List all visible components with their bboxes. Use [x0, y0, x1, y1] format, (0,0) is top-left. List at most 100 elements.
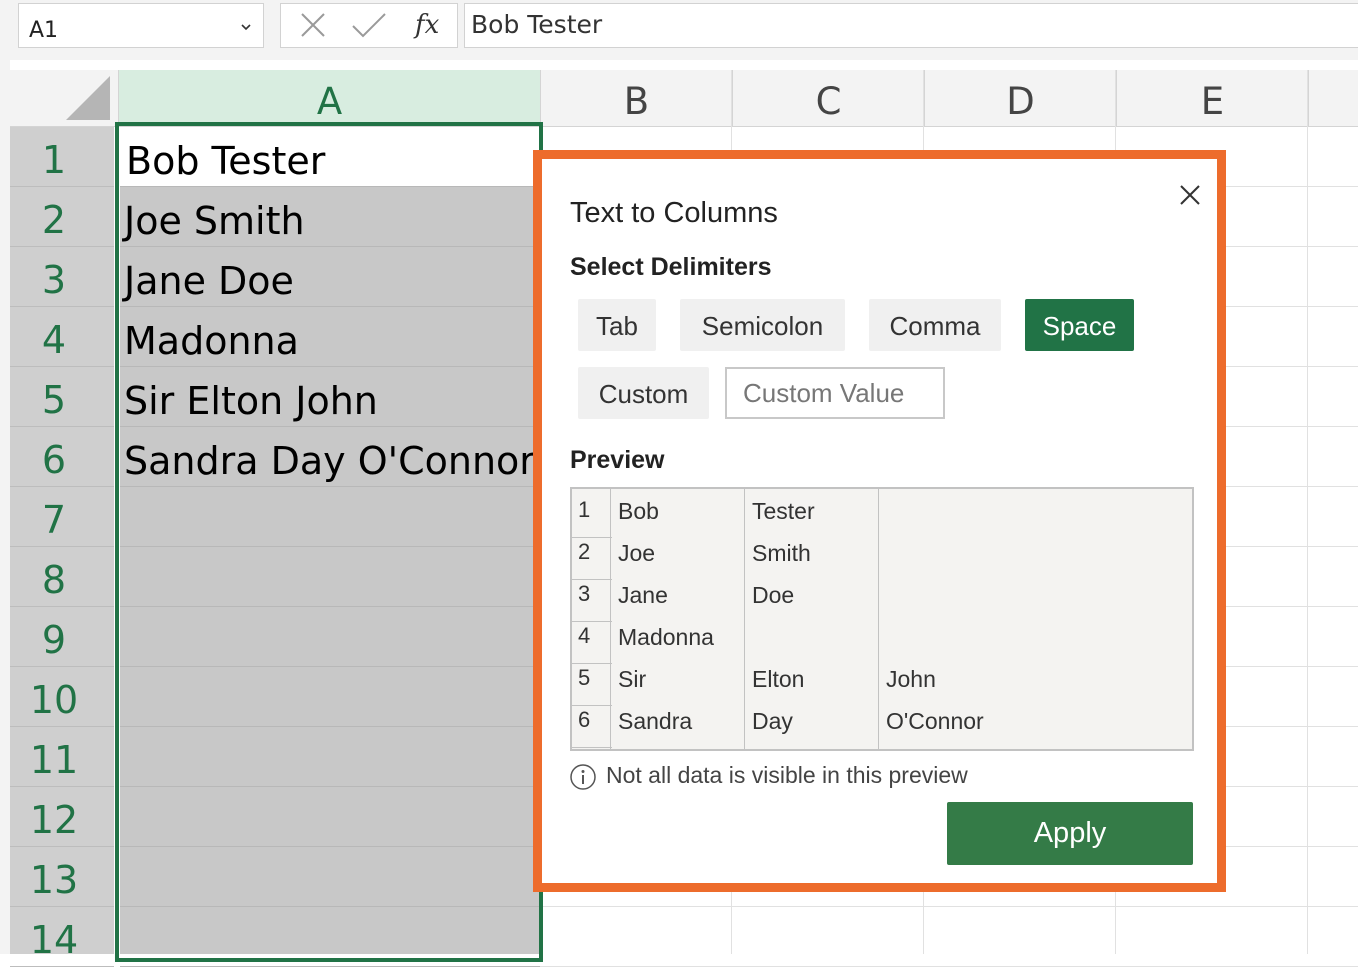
cell-a8[interactable]	[120, 547, 540, 607]
function-icon[interactable]: fx	[415, 10, 439, 40]
row-header-1[interactable]: 1	[10, 127, 114, 187]
preview-cell: Madonna	[618, 624, 714, 650]
column-header-d[interactable]: D	[924, 70, 1116, 126]
cell-text: Bob Tester	[126, 139, 326, 183]
preview-cell: Day	[752, 708, 793, 734]
select-delimiters-label: Select Delimiters	[570, 253, 772, 281]
preview-row-number: 3	[578, 581, 591, 606]
preview-cell: Doe	[752, 582, 795, 608]
preview-divider	[878, 489, 879, 749]
chevron-down-icon[interactable]	[241, 22, 251, 32]
preview-divider	[610, 489, 611, 749]
preview-row-line	[572, 537, 612, 538]
grid-left-strip	[0, 60, 10, 954]
cell-a12[interactable]	[120, 787, 540, 847]
cell-a2[interactable]: Joe Smith	[120, 187, 540, 247]
preview-row-line	[572, 747, 612, 748]
space-delimiter-button[interactable]: Space	[1025, 299, 1134, 351]
preview-cell: Sandra	[618, 708, 693, 734]
row-number: 11	[29, 738, 79, 782]
row-header-12[interactable]: 12	[10, 787, 114, 847]
preview-row-number: 5	[578, 665, 591, 690]
cell-a13[interactable]	[120, 847, 540, 907]
row-number: 14	[29, 918, 79, 962]
tab-delimiter-button[interactable]: Tab	[578, 299, 656, 351]
cell-text: Madonna	[124, 319, 299, 363]
row-number: 2	[41, 198, 67, 242]
row-header-8[interactable]: 8	[10, 547, 114, 607]
custom-value-input[interactable]: Custom Value	[725, 367, 945, 419]
formula-input[interactable]: Bob Tester	[464, 3, 1358, 48]
cell-a6[interactable]: Sandra Day O'Connor	[120, 427, 540, 487]
formula-bar: A1 fx Bob Tester	[0, 0, 1358, 60]
row-header-2[interactable]: 2	[10, 187, 114, 247]
preview-cell: Smith	[752, 540, 811, 566]
row-header-14[interactable]: 14	[10, 907, 114, 967]
row-number: 10	[29, 678, 79, 722]
check-icon[interactable]	[343, 4, 393, 47]
column-header-a[interactable]: A	[118, 70, 540, 126]
row-header-13[interactable]: 13	[10, 847, 114, 907]
column-header-c[interactable]: C	[732, 70, 924, 126]
select-all-corner[interactable]	[10, 70, 114, 126]
preview-cell: Jane	[618, 582, 668, 608]
row-header-3[interactable]: 3	[10, 247, 114, 307]
name-box-value: A1	[29, 18, 59, 43]
preview-row-line	[572, 621, 612, 622]
preview-row-number: 6	[578, 707, 591, 732]
preview-divider	[744, 489, 745, 749]
preview-label: Preview	[570, 446, 665, 474]
row-number: 8	[41, 558, 67, 602]
cell-a3[interactable]: Jane Doe	[120, 247, 540, 307]
cell-a9[interactable]	[120, 607, 540, 667]
preview-row-number: 1	[578, 497, 591, 522]
cell-a14[interactable]	[120, 907, 540, 967]
cell-a7[interactable]	[120, 487, 540, 547]
info-text: Not all data is visible in this preview	[606, 762, 968, 788]
comma-delimiter-button[interactable]: Comma	[869, 299, 1001, 351]
row-header-9[interactable]: 9	[10, 607, 114, 667]
name-box[interactable]: A1	[18, 3, 264, 48]
grid-row-line	[540, 906, 1358, 907]
row-number: 13	[29, 858, 79, 902]
cell-text: Jane Doe	[124, 259, 294, 303]
formula-value: Bob Tester	[471, 10, 603, 39]
preview-table: 1 Bob Tester 2 Joe Smith 3 Jane Doe 4 Madonna 5 Sir E…	[570, 487, 1194, 751]
column-header-f[interactable]	[1308, 70, 1358, 126]
close-x-icon[interactable]	[285, 4, 335, 47]
row-number: 5	[41, 378, 67, 422]
apply-button[interactable]: Apply	[947, 802, 1193, 865]
cell-a11[interactable]	[120, 727, 540, 787]
cell-a1[interactable]: Bob Tester	[120, 127, 540, 187]
row-number: 3	[41, 258, 67, 302]
close-icon[interactable]	[1172, 177, 1208, 213]
select-all-triangle-icon[interactable]	[66, 76, 110, 120]
row-header-6[interactable]: 6	[10, 427, 114, 487]
preview-cell: Sir	[618, 666, 647, 692]
cell-text: Joe Smith	[124, 199, 305, 243]
custom-delimiter-button[interactable]: Custom	[578, 367, 709, 419]
row-header-5[interactable]: 5	[10, 367, 114, 427]
text-to-columns-dialog: Text to Columns Select Delimiters Tab Se…	[533, 150, 1226, 892]
column-header-e[interactable]: E	[1116, 70, 1308, 126]
preview-row-line	[572, 663, 612, 664]
formula-actions: fx	[280, 3, 458, 48]
column-header-b[interactable]: B	[540, 70, 732, 126]
semicolon-delimiter-button[interactable]: Semicolon	[680, 299, 845, 351]
row-header-4[interactable]: 4	[10, 307, 114, 367]
dialog-title: Text to Columns	[570, 197, 778, 229]
row-header-7[interactable]: 7	[10, 487, 114, 547]
preview-cell: Joe	[618, 540, 656, 566]
row-number: 7	[41, 498, 67, 542]
row-header-11[interactable]: 11	[10, 727, 114, 787]
row-number: 1	[41, 138, 67, 182]
grid-row-line	[540, 966, 1358, 967]
preview-row-number: 2	[578, 539, 591, 564]
row-header-10[interactable]: 10	[10, 667, 114, 727]
preview-cell: Elton	[752, 666, 805, 692]
cell-a10[interactable]	[120, 667, 540, 727]
preview-cell: Bob	[618, 498, 659, 524]
cell-a5[interactable]: Sir Elton John	[120, 367, 540, 427]
cell-a4[interactable]: Madonna	[120, 307, 540, 367]
cell-text: Sir Elton John	[124, 379, 378, 423]
